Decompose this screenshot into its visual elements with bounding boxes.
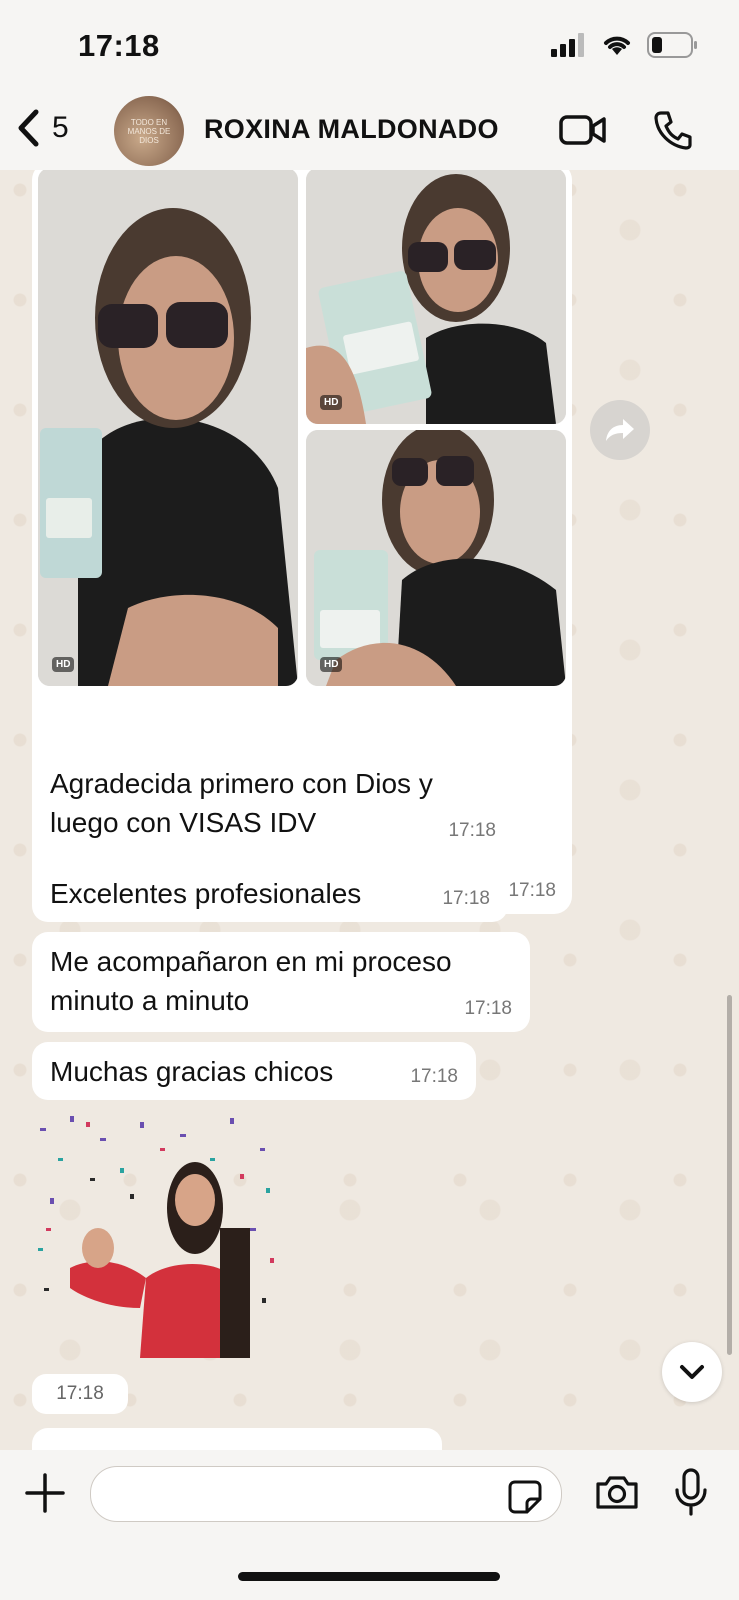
celebration-sticker[interactable]	[30, 1108, 280, 1358]
message-bubble[interactable]: Agradecida primero con Dios y luego con …	[32, 754, 514, 854]
message-time: 17:18	[448, 820, 496, 841]
signal-icon	[551, 33, 584, 57]
message-input[interactable]	[90, 1466, 562, 1522]
header-actions	[559, 110, 693, 150]
attach-button[interactable]	[24, 1472, 66, 1519]
message-text: Muchas gracias chicos	[50, 1056, 334, 1087]
message-bubble[interactable]: Me acompañaron en mi proceso minuto a mi…	[32, 932, 530, 1032]
message-text: Excelentes profesionales	[50, 878, 362, 909]
microphone-icon	[675, 1468, 707, 1516]
wifi-icon	[604, 36, 630, 55]
message-time: 17:18	[410, 1066, 458, 1087]
phone-icon[interactable]	[653, 110, 693, 150]
chevron-down-icon	[680, 1365, 704, 1379]
message-text: Me acompañaron en mi proceso minuto a mi…	[50, 946, 452, 1016]
contact-name[interactable]: ROXINA MALDONADO	[204, 114, 499, 145]
chat-header: 5 TODO EN MANOS DE DIOS ROXINA MALDONADO	[0, 92, 739, 170]
message-time: 17:18	[508, 880, 556, 901]
hd-badge: HD	[52, 657, 75, 672]
sticker-time: 17:18	[32, 1374, 128, 1414]
contact-avatar[interactable]: TODO EN MANOS DE DIOS	[114, 96, 184, 166]
forward-icon	[606, 419, 634, 441]
camera-icon	[596, 1476, 638, 1509]
photo-3[interactable]: HD	[306, 430, 566, 686]
message-bubble[interactable]: Muchas gracias chicos 17:18	[32, 1042, 476, 1100]
video-call-icon[interactable]	[559, 113, 607, 147]
plus-icon	[25, 1473, 65, 1513]
message-time: 17:18	[442, 888, 490, 909]
sticker-icon	[508, 1480, 542, 1514]
message-time: 17:18	[464, 998, 512, 1019]
chevron-left-icon	[18, 109, 39, 147]
scrollbar[interactable]	[727, 995, 732, 1355]
photo-2[interactable]: HD	[306, 170, 566, 424]
status-bar: 17:18	[0, 0, 739, 92]
message-text: Agradecida primero con Dios y luego con …	[50, 768, 433, 838]
home-indicator[interactable]	[238, 1572, 500, 1581]
hd-badge: HD	[320, 395, 343, 410]
back-button[interactable]: 5	[16, 108, 69, 148]
battery-icon	[647, 32, 697, 58]
microphone-button[interactable]	[673, 1468, 709, 1521]
status-icons	[551, 32, 699, 58]
forward-button[interactable]	[590, 400, 650, 460]
sticker-button[interactable]	[507, 1479, 543, 1520]
message-bubble[interactable]: Excelentes profesionales 17:18	[32, 864, 508, 922]
camera-button[interactable]	[594, 1474, 640, 1515]
avatar-text: TODO EN MANOS DE DIOS	[127, 117, 171, 145]
photo-1[interactable]: HD	[38, 170, 298, 686]
unread-count: 5	[52, 111, 69, 144]
hd-badge: HD	[320, 657, 343, 672]
status-time: 17:18	[78, 28, 160, 63]
scroll-to-bottom-button[interactable]	[662, 1342, 722, 1402]
